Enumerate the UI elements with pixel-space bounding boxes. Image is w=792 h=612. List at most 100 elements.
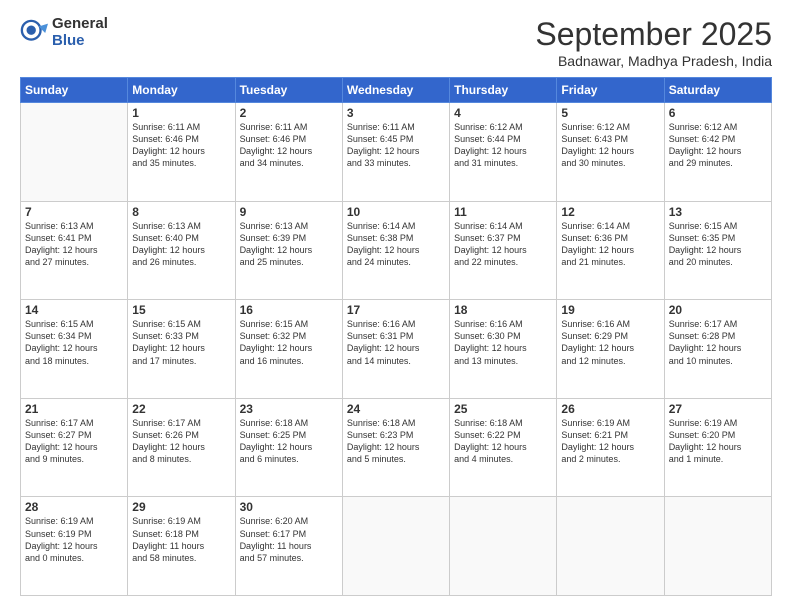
title-block: September 2025 Badnawar, Madhya Pradesh,… xyxy=(535,16,772,69)
day-number: 5 xyxy=(561,106,659,120)
day-info: Sunrise: 6:15 AM Sunset: 6:32 PM Dayligh… xyxy=(240,318,338,367)
table-row: 23Sunrise: 6:18 AM Sunset: 6:25 PM Dayli… xyxy=(235,398,342,497)
table-row: 26Sunrise: 6:19 AM Sunset: 6:21 PM Dayli… xyxy=(557,398,664,497)
day-info: Sunrise: 6:12 AM Sunset: 6:44 PM Dayligh… xyxy=(454,121,552,170)
table-row: 15Sunrise: 6:15 AM Sunset: 6:33 PM Dayli… xyxy=(128,300,235,399)
day-number: 27 xyxy=(669,402,767,416)
day-info: Sunrise: 6:19 AM Sunset: 6:19 PM Dayligh… xyxy=(25,515,123,564)
page: General Blue September 2025 Badnawar, Ma… xyxy=(0,0,792,612)
day-info: Sunrise: 6:17 AM Sunset: 6:27 PM Dayligh… xyxy=(25,417,123,466)
day-number: 3 xyxy=(347,106,445,120)
day-number: 26 xyxy=(561,402,659,416)
day-number: 9 xyxy=(240,205,338,219)
table-row: 9Sunrise: 6:13 AM Sunset: 6:39 PM Daylig… xyxy=(235,201,342,300)
table-row: 19Sunrise: 6:16 AM Sunset: 6:29 PM Dayli… xyxy=(557,300,664,399)
day-info: Sunrise: 6:19 AM Sunset: 6:18 PM Dayligh… xyxy=(132,515,230,564)
header-sunday: Sunday xyxy=(21,78,128,103)
header-tuesday: Tuesday xyxy=(235,78,342,103)
table-row: 7Sunrise: 6:13 AM Sunset: 6:41 PM Daylig… xyxy=(21,201,128,300)
logo: General Blue xyxy=(20,16,108,49)
day-info: Sunrise: 6:16 AM Sunset: 6:29 PM Dayligh… xyxy=(561,318,659,367)
day-number: 22 xyxy=(132,402,230,416)
day-info: Sunrise: 6:13 AM Sunset: 6:41 PM Dayligh… xyxy=(25,220,123,269)
day-number: 7 xyxy=(25,205,123,219)
table-row: 24Sunrise: 6:18 AM Sunset: 6:23 PM Dayli… xyxy=(342,398,449,497)
day-info: Sunrise: 6:19 AM Sunset: 6:20 PM Dayligh… xyxy=(669,417,767,466)
table-row: 1Sunrise: 6:11 AM Sunset: 6:46 PM Daylig… xyxy=(128,103,235,202)
table-row: 12Sunrise: 6:14 AM Sunset: 6:36 PM Dayli… xyxy=(557,201,664,300)
day-number: 4 xyxy=(454,106,552,120)
table-row: 30Sunrise: 6:20 AM Sunset: 6:17 PM Dayli… xyxy=(235,497,342,596)
day-number: 29 xyxy=(132,500,230,514)
table-row: 17Sunrise: 6:16 AM Sunset: 6:31 PM Dayli… xyxy=(342,300,449,399)
day-number: 11 xyxy=(454,205,552,219)
table-row: 14Sunrise: 6:15 AM Sunset: 6:34 PM Dayli… xyxy=(21,300,128,399)
calendar-week-row: 1Sunrise: 6:11 AM Sunset: 6:46 PM Daylig… xyxy=(21,103,772,202)
table-row xyxy=(21,103,128,202)
table-row: 2Sunrise: 6:11 AM Sunset: 6:46 PM Daylig… xyxy=(235,103,342,202)
header-wednesday: Wednesday xyxy=(342,78,449,103)
table-row: 8Sunrise: 6:13 AM Sunset: 6:40 PM Daylig… xyxy=(128,201,235,300)
day-info: Sunrise: 6:16 AM Sunset: 6:30 PM Dayligh… xyxy=(454,318,552,367)
calendar-week-row: 7Sunrise: 6:13 AM Sunset: 6:41 PM Daylig… xyxy=(21,201,772,300)
table-row: 18Sunrise: 6:16 AM Sunset: 6:30 PM Dayli… xyxy=(450,300,557,399)
day-number: 8 xyxy=(132,205,230,219)
calendar-header-row: Sunday Monday Tuesday Wednesday Thursday… xyxy=(21,78,772,103)
day-info: Sunrise: 6:18 AM Sunset: 6:25 PM Dayligh… xyxy=(240,417,338,466)
day-number: 28 xyxy=(25,500,123,514)
day-number: 13 xyxy=(669,205,767,219)
calendar-week-row: 14Sunrise: 6:15 AM Sunset: 6:34 PM Dayli… xyxy=(21,300,772,399)
day-number: 25 xyxy=(454,402,552,416)
table-row xyxy=(450,497,557,596)
day-number: 17 xyxy=(347,303,445,317)
day-info: Sunrise: 6:14 AM Sunset: 6:38 PM Dayligh… xyxy=(347,220,445,269)
day-info: Sunrise: 6:11 AM Sunset: 6:46 PM Dayligh… xyxy=(240,121,338,170)
header: General Blue September 2025 Badnawar, Ma… xyxy=(20,16,772,69)
table-row xyxy=(342,497,449,596)
day-info: Sunrise: 6:15 AM Sunset: 6:33 PM Dayligh… xyxy=(132,318,230,367)
day-info: Sunrise: 6:17 AM Sunset: 6:26 PM Dayligh… xyxy=(132,417,230,466)
day-number: 18 xyxy=(454,303,552,317)
day-info: Sunrise: 6:20 AM Sunset: 6:17 PM Dayligh… xyxy=(240,515,338,564)
logo-text: General Blue xyxy=(52,16,108,49)
day-info: Sunrise: 6:16 AM Sunset: 6:31 PM Dayligh… xyxy=(347,318,445,367)
logo-general-label: General xyxy=(52,16,108,33)
day-number: 24 xyxy=(347,402,445,416)
table-row: 28Sunrise: 6:19 AM Sunset: 6:19 PM Dayli… xyxy=(21,497,128,596)
day-number: 30 xyxy=(240,500,338,514)
table-row: 21Sunrise: 6:17 AM Sunset: 6:27 PM Dayli… xyxy=(21,398,128,497)
day-info: Sunrise: 6:14 AM Sunset: 6:36 PM Dayligh… xyxy=(561,220,659,269)
day-number: 1 xyxy=(132,106,230,120)
day-info: Sunrise: 6:12 AM Sunset: 6:43 PM Dayligh… xyxy=(561,121,659,170)
day-number: 14 xyxy=(25,303,123,317)
table-row: 13Sunrise: 6:15 AM Sunset: 6:35 PM Dayli… xyxy=(664,201,771,300)
day-info: Sunrise: 6:18 AM Sunset: 6:22 PM Dayligh… xyxy=(454,417,552,466)
day-info: Sunrise: 6:12 AM Sunset: 6:42 PM Dayligh… xyxy=(669,121,767,170)
month-title: September 2025 xyxy=(535,16,772,53)
table-row: 25Sunrise: 6:18 AM Sunset: 6:22 PM Dayli… xyxy=(450,398,557,497)
day-info: Sunrise: 6:11 AM Sunset: 6:46 PM Dayligh… xyxy=(132,121,230,170)
day-info: Sunrise: 6:19 AM Sunset: 6:21 PM Dayligh… xyxy=(561,417,659,466)
table-row: 11Sunrise: 6:14 AM Sunset: 6:37 PM Dayli… xyxy=(450,201,557,300)
calendar-week-row: 21Sunrise: 6:17 AM Sunset: 6:27 PM Dayli… xyxy=(21,398,772,497)
table-row: 29Sunrise: 6:19 AM Sunset: 6:18 PM Dayli… xyxy=(128,497,235,596)
day-number: 21 xyxy=(25,402,123,416)
calendar-week-row: 28Sunrise: 6:19 AM Sunset: 6:19 PM Dayli… xyxy=(21,497,772,596)
day-number: 23 xyxy=(240,402,338,416)
calendar-table: Sunday Monday Tuesday Wednesday Thursday… xyxy=(20,77,772,596)
day-number: 16 xyxy=(240,303,338,317)
header-monday: Monday xyxy=(128,78,235,103)
day-info: Sunrise: 6:17 AM Sunset: 6:28 PM Dayligh… xyxy=(669,318,767,367)
table-row xyxy=(557,497,664,596)
header-friday: Friday xyxy=(557,78,664,103)
table-row: 6Sunrise: 6:12 AM Sunset: 6:42 PM Daylig… xyxy=(664,103,771,202)
location: Badnawar, Madhya Pradesh, India xyxy=(535,53,772,69)
table-row: 16Sunrise: 6:15 AM Sunset: 6:32 PM Dayli… xyxy=(235,300,342,399)
table-row: 27Sunrise: 6:19 AM Sunset: 6:20 PM Dayli… xyxy=(664,398,771,497)
table-row xyxy=(664,497,771,596)
table-row: 22Sunrise: 6:17 AM Sunset: 6:26 PM Dayli… xyxy=(128,398,235,497)
table-row: 10Sunrise: 6:14 AM Sunset: 6:38 PM Dayli… xyxy=(342,201,449,300)
day-info: Sunrise: 6:15 AM Sunset: 6:34 PM Dayligh… xyxy=(25,318,123,367)
day-info: Sunrise: 6:18 AM Sunset: 6:23 PM Dayligh… xyxy=(347,417,445,466)
day-number: 15 xyxy=(132,303,230,317)
